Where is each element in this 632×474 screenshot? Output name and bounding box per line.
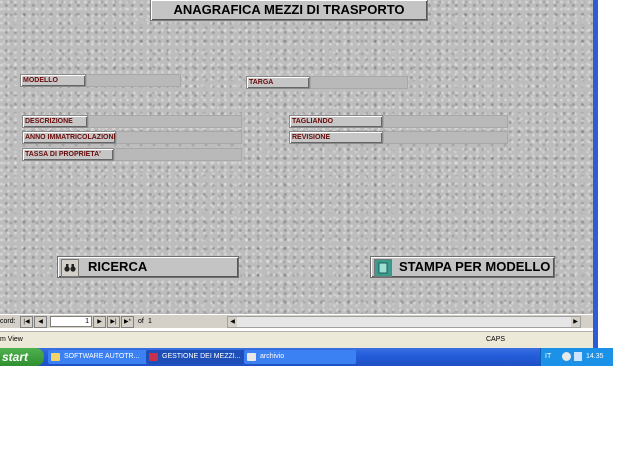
start-button[interactable]: start bbox=[0, 348, 44, 366]
taskbar-item-label: GESTIONE DEI MEZZI... bbox=[162, 353, 241, 360]
access-icon bbox=[149, 353, 158, 361]
field-targa[interactable] bbox=[310, 76, 408, 89]
first-record-button[interactable]: |◀ bbox=[20, 316, 33, 328]
scroll-left-icon[interactable]: ◀ bbox=[228, 317, 237, 327]
of-label: of bbox=[138, 318, 144, 325]
record-label: cord: bbox=[0, 318, 16, 325]
folder-icon bbox=[51, 353, 60, 361]
ricerca-button[interactable]: RICERCA bbox=[57, 256, 239, 278]
taskbar-item-gestione[interactable]: GESTIONE DEI MEZZI... bbox=[146, 350, 254, 364]
horizontal-scrollbar[interactable]: ◀ ▶ bbox=[227, 316, 581, 328]
window-right-border bbox=[593, 0, 598, 348]
new-record-button[interactable]: ▶* bbox=[121, 316, 134, 328]
field-tagliando[interactable] bbox=[383, 115, 508, 128]
record-number-input[interactable]: 1 bbox=[50, 316, 92, 327]
report-icon bbox=[374, 259, 392, 277]
field-modello[interactable] bbox=[86, 74, 181, 87]
language-indicator[interactable]: IT bbox=[545, 353, 551, 360]
taskbar-item-label: SOFTWARE AUTOTR... bbox=[64, 353, 140, 360]
status-view: m View bbox=[0, 336, 23, 343]
speaker-icon[interactable] bbox=[574, 352, 582, 361]
clock: 14.35 bbox=[586, 353, 604, 360]
label-descrizione: DESCRIZIONE bbox=[22, 115, 88, 128]
status-bar: m View CAPS bbox=[0, 331, 593, 349]
binoculars-icon bbox=[61, 259, 79, 277]
label-anno-immatricolazione: ANNO IMMATRICOLAZIONE bbox=[22, 131, 116, 144]
next-record-button[interactable]: ▶ bbox=[93, 316, 106, 328]
label-modello: MODELLO bbox=[20, 74, 86, 87]
last-record-button[interactable]: ▶| bbox=[107, 316, 120, 328]
scroll-right-icon[interactable]: ▶ bbox=[571, 317, 580, 327]
system-tray: IT 14.35 bbox=[540, 348, 613, 366]
field-tassa-proprieta[interactable] bbox=[114, 148, 242, 161]
label-tagliando: TAGLIANDO bbox=[289, 115, 383, 128]
label-targa: TARGA bbox=[246, 76, 310, 89]
label-revisione: REVISIONE bbox=[289, 131, 383, 144]
database-window-icon bbox=[247, 353, 256, 361]
record-navigation-bar: cord: |◀ ◀ 1 ▶ ▶| ▶* of 1 ◀ ▶ bbox=[0, 314, 593, 328]
ricerca-label: RICERCA bbox=[88, 259, 148, 274]
stampa-per-modello-button[interactable]: STAMPA PER MODELLO bbox=[370, 256, 555, 278]
field-revisione[interactable] bbox=[383, 131, 508, 144]
record-total: 1 bbox=[148, 318, 152, 325]
field-descrizione[interactable] bbox=[88, 115, 242, 128]
prev-record-button[interactable]: ◀ bbox=[34, 316, 47, 328]
form-title: ANAGRAFICA MEZZI DI TRASPORTO bbox=[150, 0, 428, 21]
network-icon[interactable] bbox=[562, 352, 571, 361]
label-tassa-proprieta: TASSA DI PROPRIETA' bbox=[22, 148, 114, 161]
taskbar-item-software[interactable]: SOFTWARE AUTOTR... bbox=[48, 350, 152, 364]
taskbar-item-label: archivio bbox=[260, 353, 285, 360]
field-anno-immatricolazione[interactable] bbox=[116, 131, 242, 144]
taskbar: start SOFTWARE AUTOTR... GESTIONE DEI ME… bbox=[0, 348, 613, 366]
stampa-label: STAMPA PER MODELLO bbox=[399, 259, 551, 274]
taskbar-item-archivio[interactable]: archivio bbox=[244, 350, 356, 364]
status-caps: CAPS bbox=[486, 336, 506, 343]
